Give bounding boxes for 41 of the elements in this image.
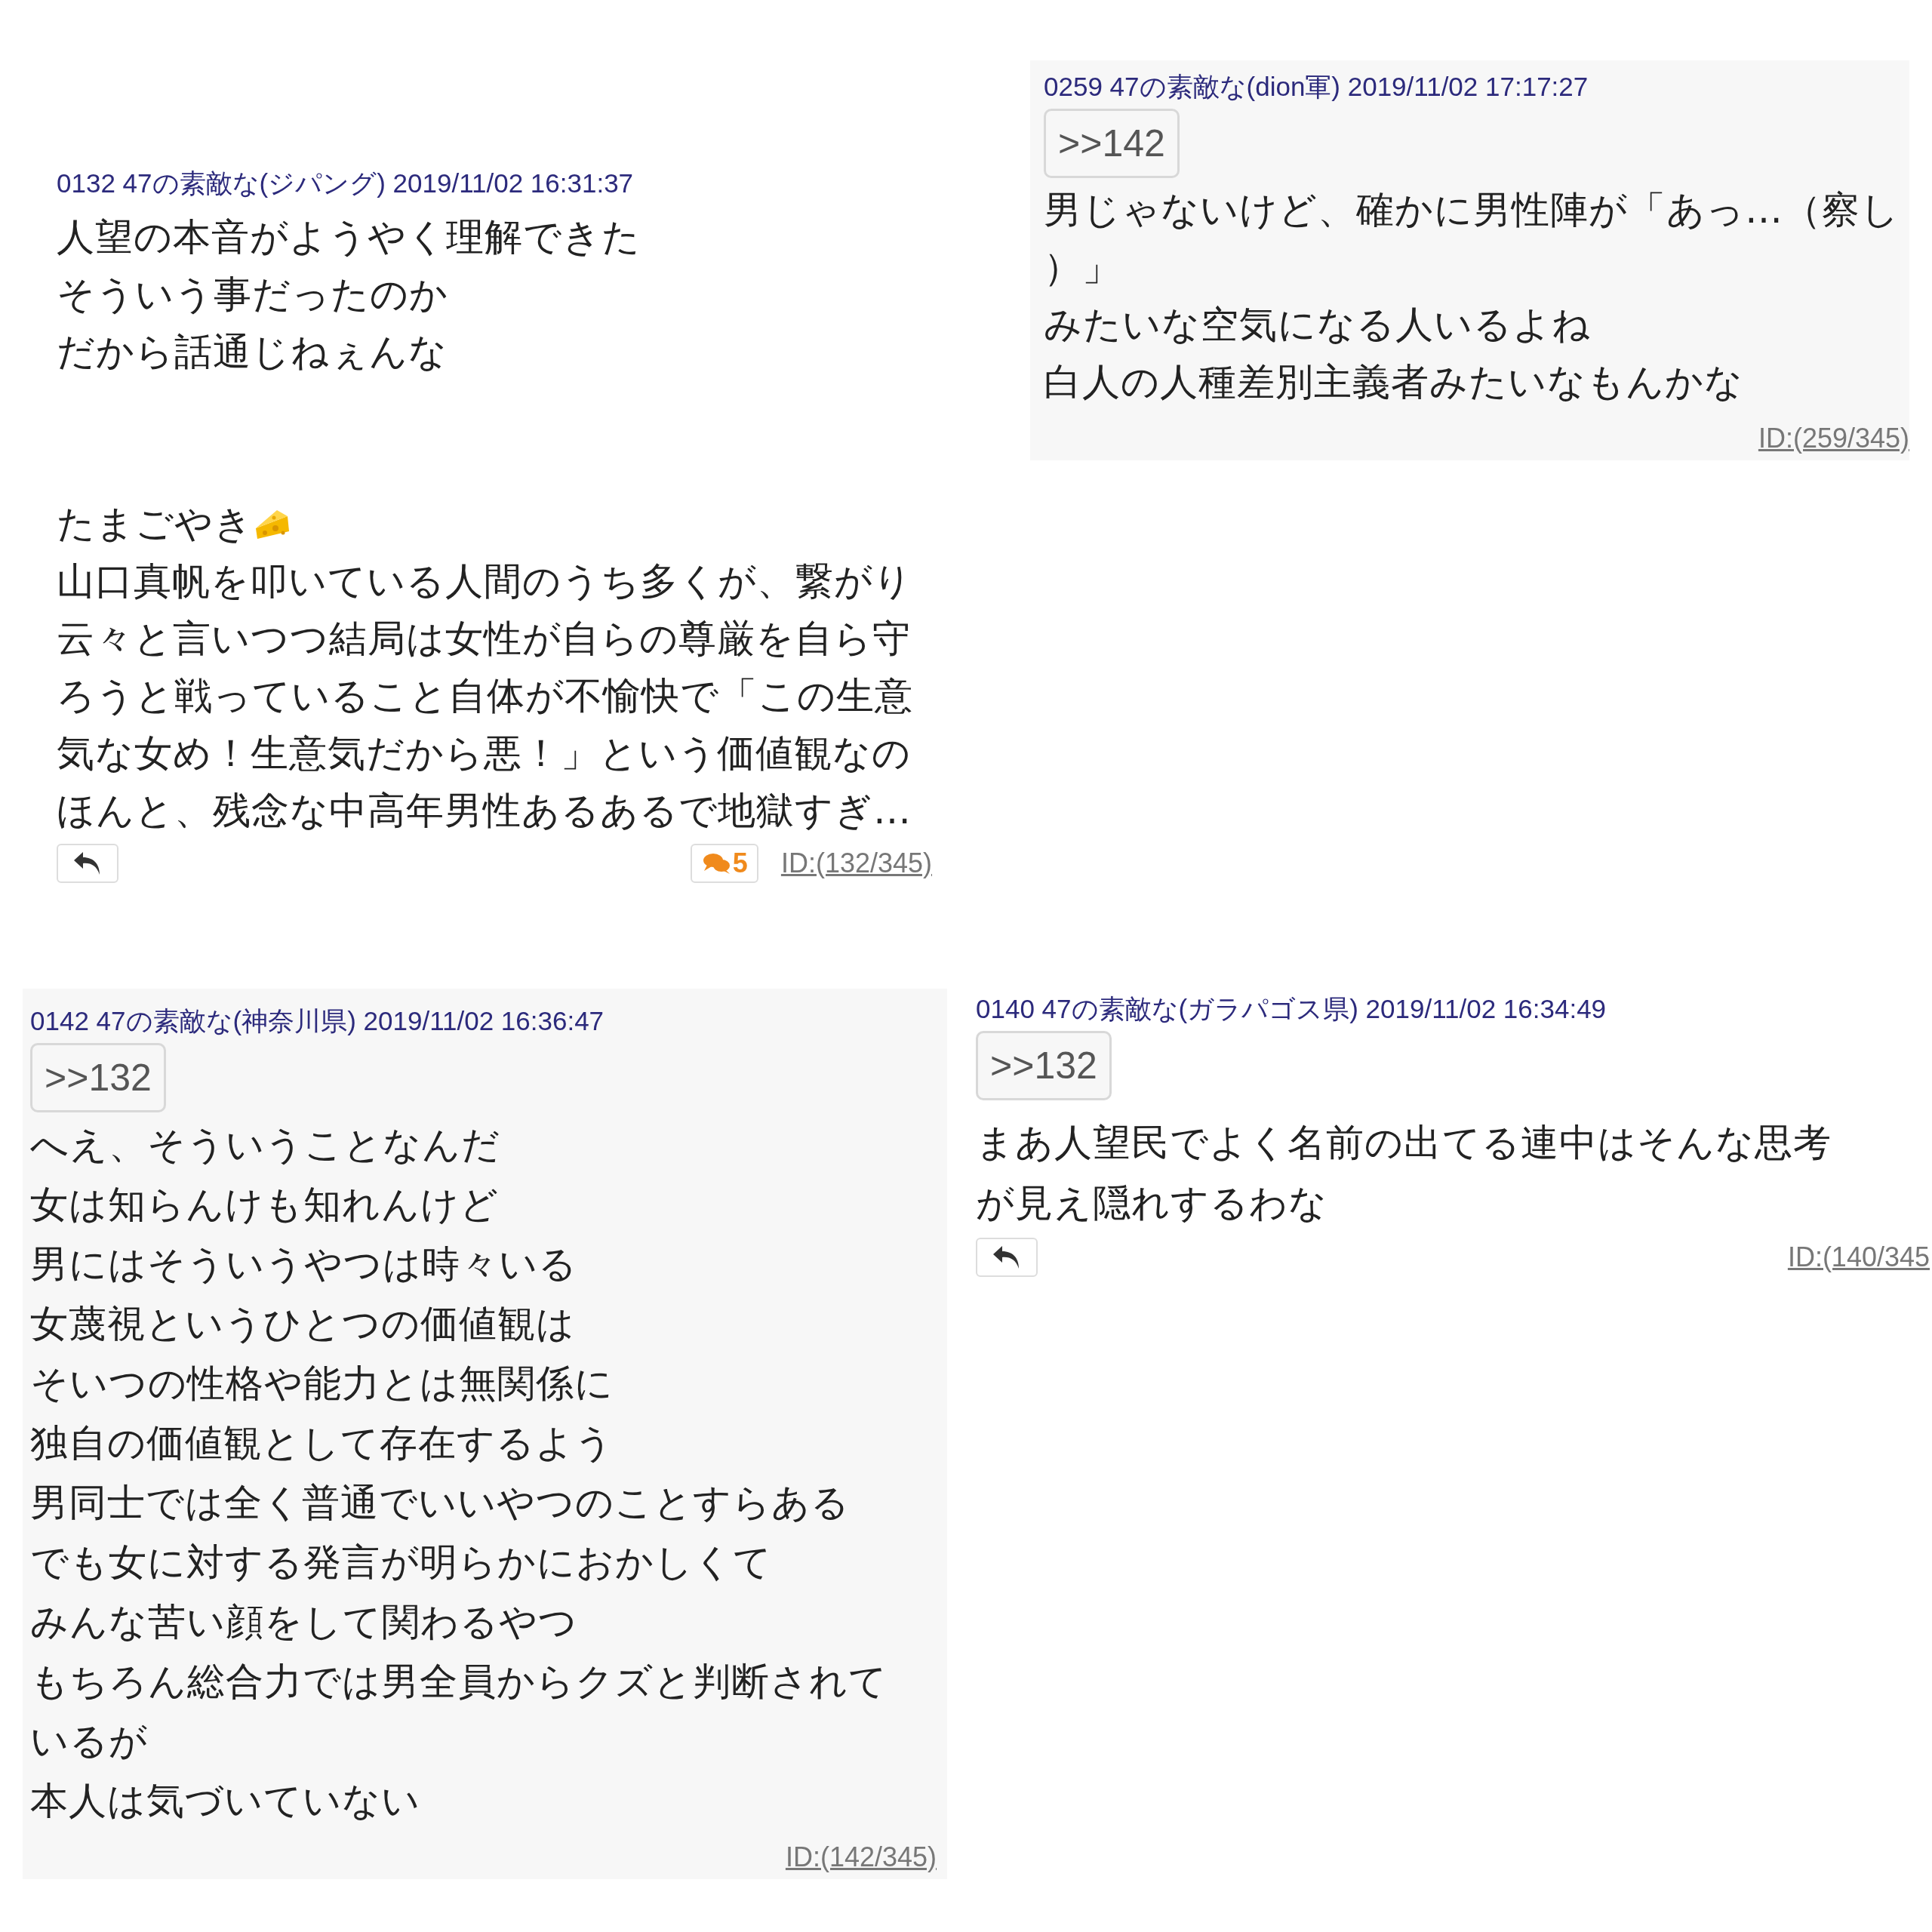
quote-link-button[interactable]: >>132 [30,1043,166,1112]
reply-button[interactable] [976,1238,1038,1277]
post-header: 0259 47の素敵な(dion軍) 2019/11/02 17:17:27 [1044,71,1589,103]
post-text: ほんと、残念な中高年男性あるあるで地獄すぎ… [57,787,912,834]
post-text: 気な女め！生意気だから悪！」という価値観なの [57,730,911,777]
post-text: そういう事だったのか [57,271,448,318]
post-text: ろうと戦っていること自体が不愉快で「この生意 [57,672,913,719]
post-text: 女蔑視というひとつの価値観は [30,1301,575,1347]
post-text: 男同士では全く普通でいいやつのことすらある [30,1480,850,1526]
post-header: 0132 47の素敵な(ジパング) 2019/11/02 16:31:37 [57,168,634,199]
post-text: 人望の本音がようやく理解できた [57,214,641,260]
post-text: みんな苦い顔をして関わるやつ [30,1599,577,1645]
comment-count-button[interactable]: 5 [690,844,758,883]
id-link[interactable]: ID:(140/345 [1787,1241,1930,1273]
post-text: 独自の価値観として存在するよう [30,1420,614,1466]
post-text: 本人は気づいていない [30,1778,420,1824]
quote-link-button[interactable]: >>132 [976,1031,1112,1100]
post-text: へえ、そういうことなんだ [30,1122,500,1168]
post-text: 白人の人種差別主義者みたいなもんかな [1044,358,1743,405]
post-text: だから話通じねぇんな [57,328,448,375]
id-link[interactable]: ID:(132/345) [780,848,932,879]
post-text: 山口真帆を叩いている人間のうち多くが、繋がり [57,558,912,605]
post-text: 男にはそういうやつは時々いる [30,1241,577,1287]
post-text: 女は知らんけも知れんけど [30,1182,499,1228]
post-text: たまごやき [57,500,253,547]
post-text: そいつの性格や能力とは無関係に [30,1361,614,1407]
post-text: 男じゃないけど、確かに男性陣が「あっ…（察し [1044,186,1900,233]
post-text: みたいな空気になる人いるよね [1044,301,1591,348]
post-header: 0142 47の素敵な(神奈川県) 2019/11/02 16:36:47 [30,1005,605,1037]
id-link[interactable]: ID:(142/345) [785,1841,937,1873]
post-text: が見え隠れするわな [976,1180,1327,1226]
post-text: もちろん総合力では男全員からクズと判断されて [30,1659,888,1705]
post-header: 0140 47の素敵な(ガラパゴス県) 2019/11/02 16:34:49 [976,993,1607,1025]
post-text: いるが [30,1718,148,1764]
post-text: でも女に対する発言が明らかにおかしくて [30,1540,772,1586]
reply-button[interactable] [57,844,118,883]
post-text: まあ人望民でよく名前の出てる連中はそんな思考 [976,1119,1832,1166]
id-link[interactable]: ID:(259/345) [1758,423,1909,454]
quote-link-button[interactable]: >>142 [1044,109,1180,178]
post-text: ）」 [1044,244,1121,291]
post-text: 云々と言いつつ結局は女性が自らの尊厳を自ら守 [57,615,911,662]
